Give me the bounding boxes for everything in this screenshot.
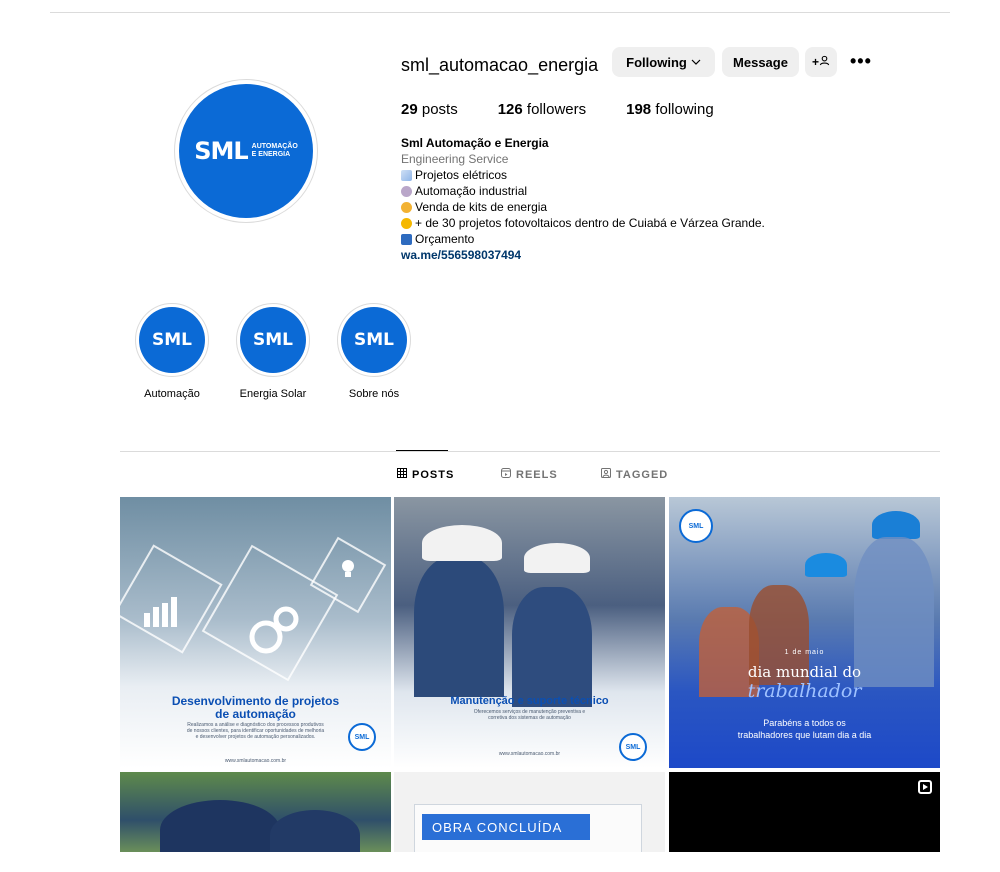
highlight-ring: SML (236, 303, 310, 377)
brand-badge: SML (619, 733, 647, 761)
following-count: 198 (626, 101, 652, 118)
gears-icon (242, 597, 308, 668)
brand-badge: SML (348, 723, 376, 751)
helmet-white (422, 525, 502, 561)
post-subtitle-line1: Parabéns a todos os (763, 718, 846, 728)
following-button-label: Following (626, 54, 687, 70)
following-stat[interactable]: 198 following (626, 101, 714, 118)
chevron-down-icon (691, 55, 701, 70)
highlight-label: Automação (144, 388, 200, 400)
highlight-label: Energia Solar (239, 388, 307, 400)
highlight-label: Sobre nós (348, 388, 400, 400)
tab-label: POSTS (412, 468, 455, 481)
following-label: following (655, 101, 714, 118)
message-button[interactable]: Message (722, 47, 799, 77)
gear-emoji-icon (401, 185, 412, 197)
post-thumbnail-workers-day[interactable]: SML 1 de maio dia mundial do trabalhador… (669, 497, 940, 768)
post-title-line2: de automação (215, 707, 296, 721)
handshake-emoji-icon (401, 201, 412, 213)
post-title-line1: Desenvolvimento de projetos (171, 694, 340, 708)
profile-display-name: Sml Automação e Energia (401, 136, 549, 150)
highlight-energia-solar[interactable]: SML Energia Solar (233, 303, 313, 400)
bio-line: Projetos elétricos (401, 167, 961, 183)
bio-line: Automação industrial (401, 183, 961, 199)
reels-icon (501, 468, 511, 481)
post-thumbnail-reel[interactable] (669, 772, 940, 852)
phone-emoji-icon (401, 233, 412, 245)
post-title: OBRA CONCLUÍDA (422, 814, 590, 840)
post-title: Manutenção e suporte técnico (450, 695, 609, 707)
post-url: www.smlautomacao.com.br (224, 758, 287, 764)
bio-line: Orçamento (401, 231, 961, 247)
profile-category[interactable]: Engineering Service (401, 151, 961, 167)
bio-line: + de 30 projetos fotovoltaicos dentro de… (401, 215, 961, 231)
lightbulb-icon (341, 559, 355, 584)
tab-label: REELS (516, 468, 558, 481)
post-thumbnail-solar-farm[interactable] (120, 772, 391, 852)
solar-panels-shape (160, 800, 280, 852)
worker-figure (414, 557, 504, 697)
solar-panels-shape (270, 810, 360, 852)
bio-line-text: + de 30 projetos fotovoltaicos dentro de… (415, 216, 765, 230)
avatar-logo-text-line2: E ENERGIA (251, 151, 291, 158)
helmet-blue (872, 511, 920, 539)
posts-label: posts (421, 101, 458, 118)
tabs-divider (120, 451, 940, 452)
post-date: 1 de maio (784, 649, 825, 656)
bar-chart-icon (142, 593, 182, 634)
post-title-script: trabalhador (747, 680, 862, 702)
bio-line-text: Automação industrial (415, 184, 528, 198)
top-divider (50, 12, 950, 13)
post-title: dia mundial do (747, 663, 862, 681)
following-button[interactable]: Following (612, 47, 715, 77)
posts-stat: 29 posts (401, 101, 458, 118)
tagged-icon (601, 468, 611, 481)
profile-stats: 29 posts 126 followers 198 following (401, 101, 754, 118)
tab-tagged[interactable]: TAGGED (601, 468, 668, 481)
grid-icon (397, 468, 407, 481)
tab-label: TAGGED (616, 468, 669, 481)
highlight-ring: SML (337, 303, 411, 377)
followers-stat[interactable]: 126 followers (498, 101, 586, 118)
brand-badge: SML (679, 509, 713, 543)
highlight-automacao[interactable]: SML Automação (132, 303, 212, 400)
posts-count: 29 (401, 101, 418, 118)
worker-figure (512, 587, 592, 707)
post-thumbnail-obra-concluida[interactable]: OBRA CONCLUÍDA (394, 772, 665, 852)
tab-posts[interactable]: POSTS (397, 468, 454, 481)
post-subtitle-line2: corretiva dos sistemas de automação (488, 715, 571, 721)
bio-line-text: Orçamento (415, 232, 475, 246)
avatar-logo-text: AUTOMAÇÃO E ENERGIA (252, 143, 298, 159)
bio-line-text: Projetos elétricos (415, 168, 508, 182)
followers-count: 126 (497, 101, 523, 118)
post-thumbnail-maintenance[interactable]: Manutenção e suporte técnico Oferecemos … (394, 497, 665, 768)
sun-emoji-icon (401, 217, 412, 229)
post-subtitle-line2: trabalhadores que lutam dia a dia (737, 730, 872, 740)
add-user-button[interactable]: + (805, 47, 837, 77)
highlight-logo: SML (240, 307, 306, 373)
post-thumbnail-automation-projects[interactable]: Desenvolvimento de projetos de automação… (120, 497, 391, 768)
more-options-icon[interactable]: ••• (850, 52, 872, 70)
avatar-logo-mark: SML (194, 137, 248, 165)
helmet-white (524, 543, 590, 573)
tab-reels[interactable]: REELS (501, 468, 558, 481)
person-icon (819, 55, 830, 69)
avatar[interactable]: SML AUTOMAÇÃO E ENERGIA (179, 84, 313, 218)
reel-icon (918, 780, 932, 794)
active-tab-indicator (396, 450, 448, 451)
bio-link[interactable]: wa.me/556598037494 (401, 247, 961, 263)
add-user-plus: + (811, 55, 819, 69)
highlight-sobre-nos[interactable]: SML Sobre nós (334, 303, 414, 400)
highlight-logo: SML (139, 307, 205, 373)
helmet-blue (805, 553, 847, 577)
bio-line: Venda de kits de energia (401, 199, 961, 215)
avatar-logo-text-line1: AUTOMAÇÃO (251, 143, 298, 150)
highlight-logo: SML (341, 307, 407, 373)
followers-label: followers (526, 101, 587, 118)
chart-emoji-icon (401, 169, 412, 181)
profile-username: sml_automacao_energia (401, 55, 599, 75)
bio-line-text: Venda de kits de energia (415, 200, 548, 214)
profile-bio: Sml Automação e Energia Engineering Serv… (401, 135, 961, 263)
highlight-ring: SML (135, 303, 209, 377)
